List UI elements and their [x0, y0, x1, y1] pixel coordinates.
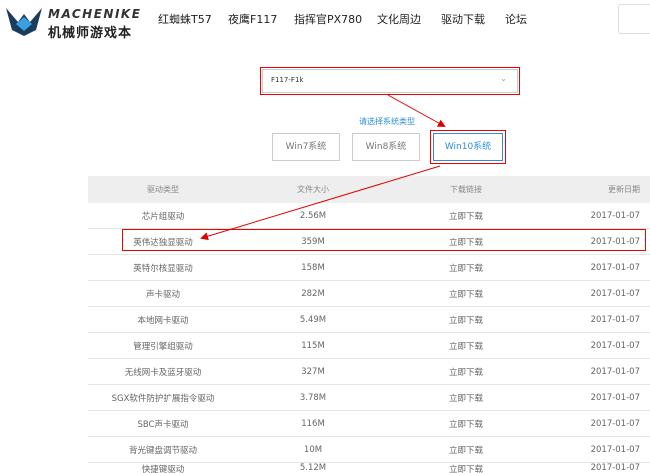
file-size: 10M — [303, 444, 323, 455]
driver-type: 背光键盘调节驱动 — [128, 445, 197, 456]
update-date: 2017-01-07 — [590, 444, 640, 455]
table-row: 声卡驱动 282M 立即下载 2017-01-07 — [88, 281, 650, 307]
file-size: 5.12M — [299, 463, 327, 473]
nav-item-px780[interactable]: 指挥官PX780 — [294, 11, 362, 27]
system-type-prompt: 请选择系统类型 — [359, 117, 415, 126]
logo-text-cn: 机械师游戏本 — [48, 26, 133, 41]
driver-type: 芯片组驱动 — [141, 211, 185, 222]
table-row: 背光键盘调节驱动 10M 立即下载 2017-01-07 — [88, 437, 650, 463]
highlight-box-win10 — [430, 130, 506, 164]
logo[interactable]: MACHENIKE 机械师游戏本 — [4, 4, 152, 41]
update-date: 2017-01-07 — [590, 418, 640, 429]
table-row: SBC声卡驱动 116M 立即下载 2017-01-07 — [88, 411, 650, 437]
logo-mark-icon — [6, 8, 42, 36]
update-date: 2017-01-07 — [590, 288, 640, 299]
file-size: 5.49M — [299, 314, 327, 325]
driver-type: 声卡驱动 — [145, 289, 180, 300]
table-row: 芯片组驱动 2.56M 立即下载 2017-01-07 — [88, 203, 650, 229]
file-size: 115M — [301, 340, 325, 351]
table-row: 管理引擎组驱动 115M 立即下载 2017-01-07 — [88, 333, 650, 359]
search-box[interactable] — [618, 4, 650, 34]
nav-item-forum[interactable]: 论坛 — [505, 11, 527, 27]
update-date: 2017-01-07 — [590, 392, 640, 403]
download-link[interactable]: 立即下载 — [388, 411, 544, 436]
driver-type: 管理引擎组驱动 — [133, 341, 193, 352]
driver-type: 快捷键驱动 — [141, 465, 185, 473]
nav-item-f117[interactable]: 夜鹰F117 — [228, 11, 277, 27]
win8-button[interactable]: Win8系统 — [352, 133, 420, 161]
driver-type: 英特尔核显驱动 — [133, 263, 193, 274]
download-link[interactable]: 立即下载 — [388, 385, 544, 410]
table-row: 快捷键驱动 5.12M 立即下载 2017-01-07 — [88, 463, 650, 473]
header-file-size: 文件大小 — [297, 185, 329, 194]
download-link[interactable]: 立即下载 — [388, 359, 544, 384]
table-row: 无线网卡及蓝牙驱动 327M 立即下载 2017-01-07 — [88, 359, 650, 385]
download-link[interactable]: 立即下载 — [388, 203, 544, 228]
download-link[interactable]: 立即下载 — [388, 333, 544, 358]
win7-button[interactable]: Win7系统 — [272, 133, 340, 161]
nav-item-merch[interactable]: 文化周边 — [377, 11, 421, 27]
nav-item-t57[interactable]: 红蜘蛛T57 — [158, 11, 212, 27]
file-size: 116M — [301, 418, 325, 429]
table-row: 英特尔核显驱动 158M 立即下载 2017-01-07 — [88, 255, 650, 281]
header-update-date: 更新日期 — [608, 185, 640, 194]
highlight-box-nvidia-row — [122, 229, 646, 251]
file-size: 2.56M — [299, 210, 327, 221]
table-row: 本地网卡驱动 5.49M 立即下载 2017-01-07 — [88, 307, 650, 333]
update-date: 2017-01-07 — [590, 210, 640, 221]
download-link[interactable]: 立即下载 — [388, 281, 544, 306]
table-row: SGX软件防护扩展指令驱动 3.78M 立即下载 2017-01-07 — [88, 385, 650, 411]
file-size: 3.78M — [299, 392, 327, 403]
file-size: 158M — [301, 262, 325, 273]
update-date: 2017-01-07 — [590, 366, 640, 377]
header-driver-type: 驱动类型 — [147, 185, 179, 194]
header-download-link: 下载链接 — [450, 185, 482, 194]
update-date: 2017-01-07 — [590, 314, 640, 325]
file-size: 327M — [301, 366, 325, 377]
highlight-box-select — [260, 67, 520, 95]
download-link[interactable]: 立即下载 — [388, 255, 544, 280]
download-link[interactable]: 立即下载 — [388, 463, 544, 473]
update-date: 2017-01-07 — [590, 463, 640, 473]
update-date: 2017-01-07 — [590, 340, 640, 351]
download-link[interactable]: 立即下载 — [388, 437, 544, 462]
driver-type: SGX软件防护扩展指令驱动 — [111, 393, 215, 404]
update-date: 2017-01-07 — [590, 262, 640, 273]
driver-type: 无线网卡及蓝牙驱动 — [124, 367, 202, 378]
file-size: 282M — [301, 288, 325, 299]
site-header: MACHENIKE 机械师游戏本 红蜘蛛T57 夜鹰F117 指挥官PX780 … — [0, 0, 650, 41]
driver-type: 本地网卡驱动 — [137, 315, 189, 326]
logo-text-en: MACHENIKE — [48, 7, 142, 21]
download-link[interactable]: 立即下载 — [388, 307, 544, 332]
driver-type: SBC声卡驱动 — [137, 419, 189, 430]
table-header: 驱动类型 文件大小 下载链接 更新日期 — [88, 176, 650, 203]
nav-item-drivers[interactable]: 驱动下载 — [441, 11, 485, 27]
